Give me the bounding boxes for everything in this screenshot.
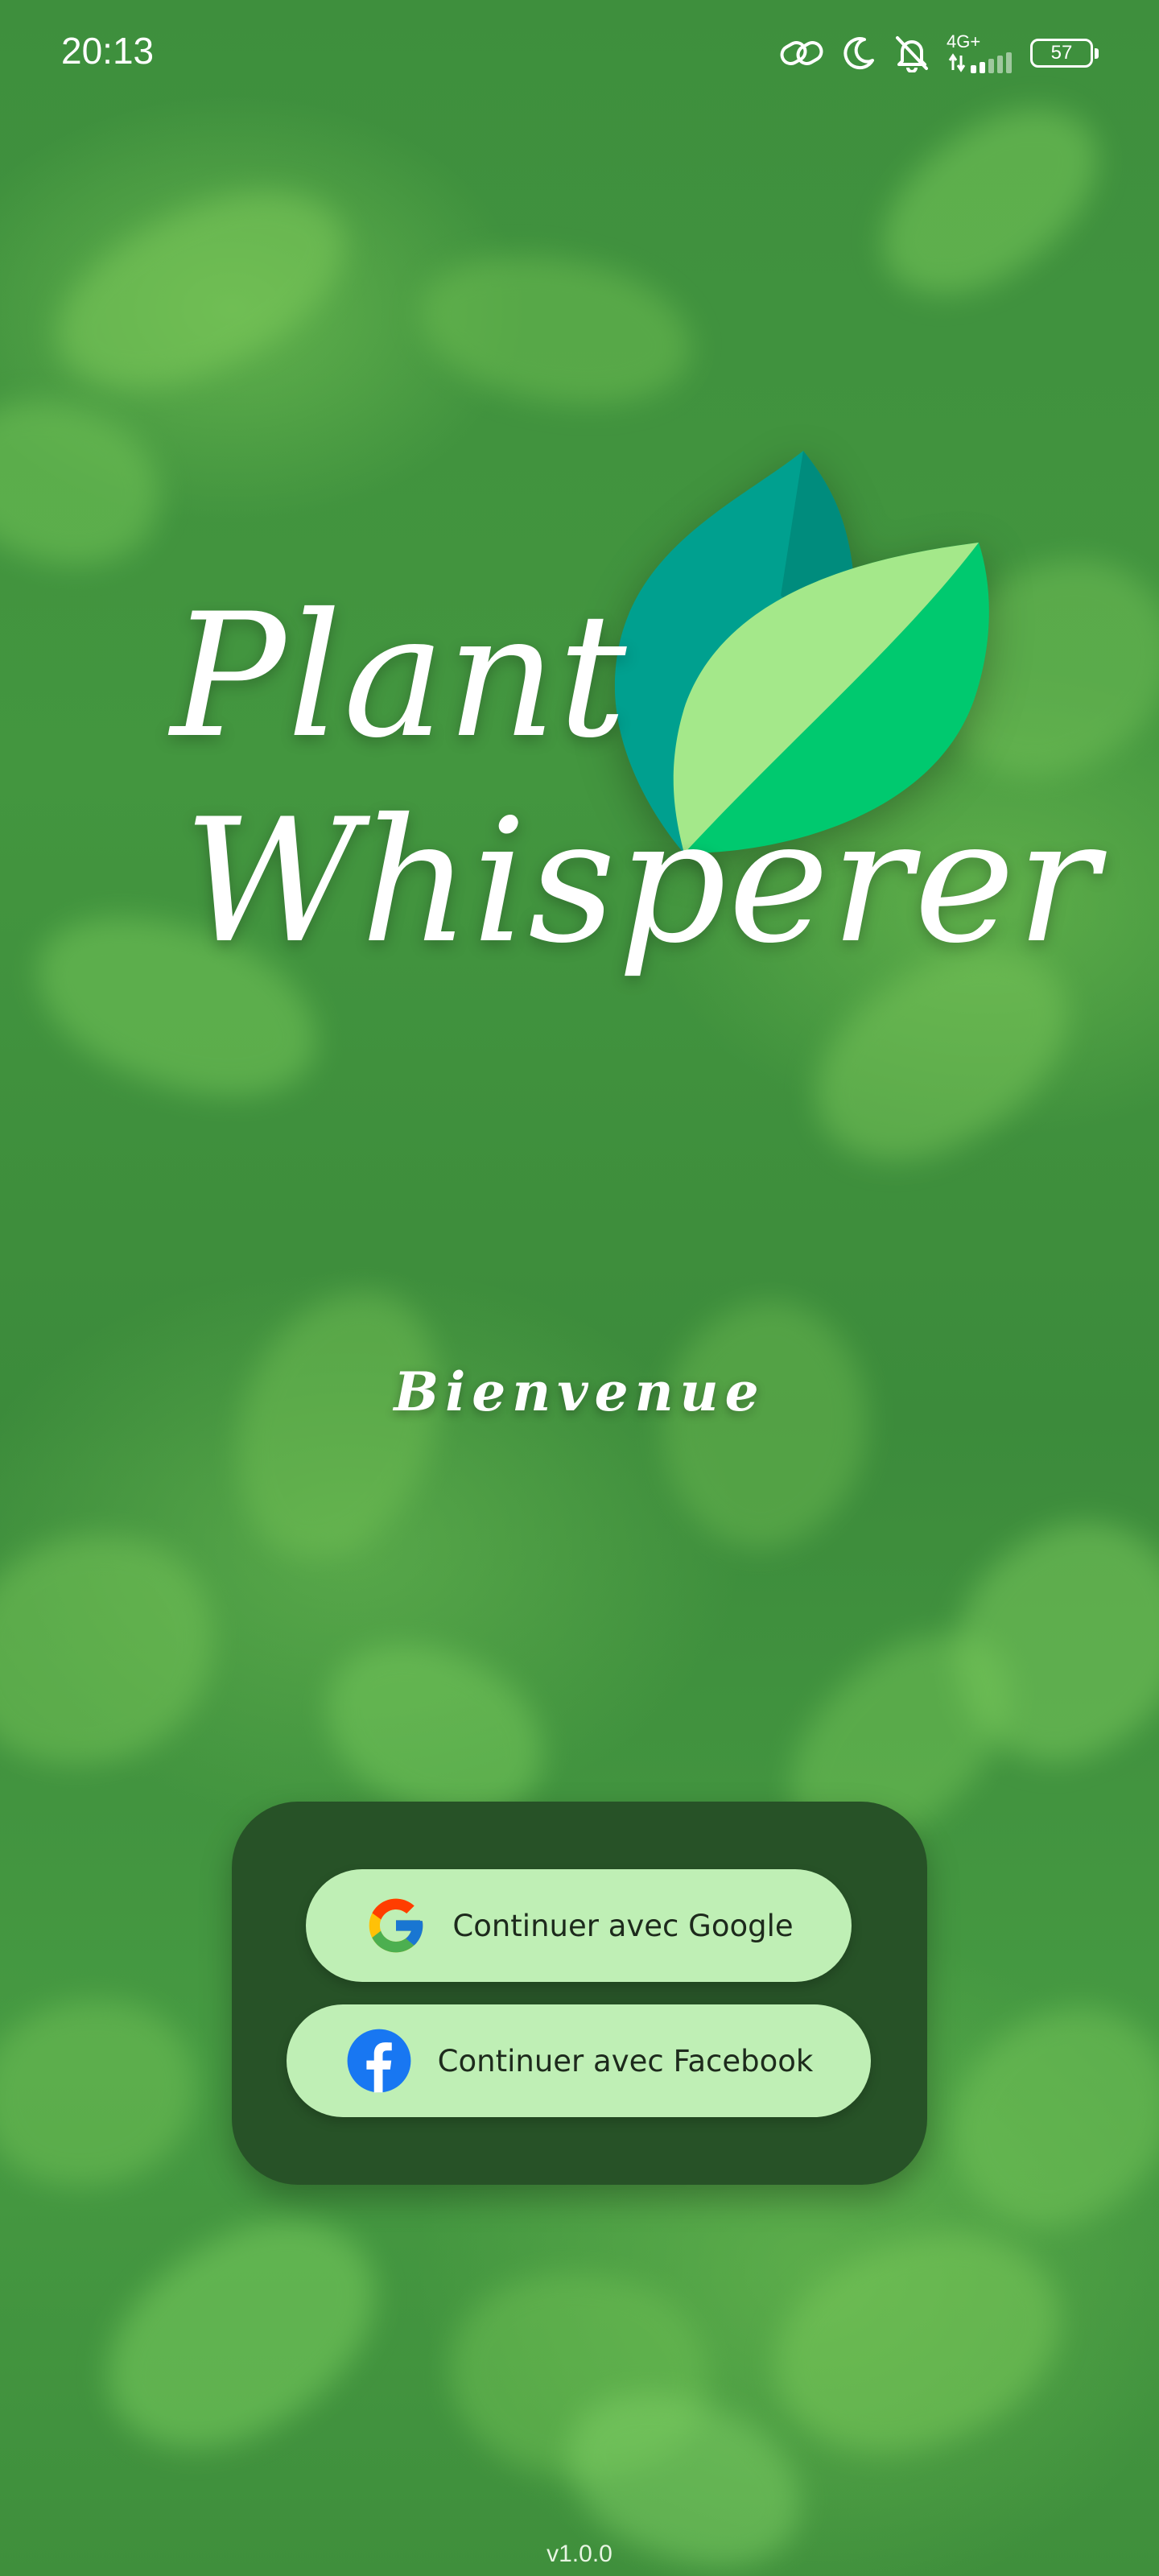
welcome-heading: Bienvenue [394, 1360, 765, 1423]
link-icon [780, 41, 823, 65]
network-indicator: 4G+ [947, 33, 1014, 73]
facebook-icon [347, 2029, 411, 2093]
blurred-leaf-background [0, 0, 1159, 2576]
signal-icon [948, 52, 1012, 73]
app-title-line1: Plant [171, 576, 629, 775]
status-icons: 4G+ 57 [779, 32, 1099, 74]
status-bar: 20:13 4G+ 57 [0, 0, 1159, 106]
facebook-login-button[interactable]: Continuer avec Facebook [287, 2004, 871, 2117]
google-icon [369, 1898, 423, 1953]
moon-icon [843, 37, 874, 70]
google-login-button[interactable]: Continuer avec Google [306, 1869, 852, 1982]
battery-level: 57 [1050, 42, 1073, 64]
google-button-label: Continuer avec Google [452, 1908, 794, 1943]
battery-icon: 57 [1030, 39, 1099, 68]
network-type: 4G+ [947, 31, 981, 52]
app-title-line2: Whisperer [184, 782, 1100, 980]
auth-card: Continuer avec Google Continuer avec Fac… [232, 1802, 927, 2185]
app-version: v1.0.0 [547, 2541, 612, 2567]
bell-off-icon [896, 36, 928, 72]
facebook-button-label: Continuer avec Facebook [437, 2043, 814, 2079]
status-time: 20:13 [61, 30, 155, 72]
